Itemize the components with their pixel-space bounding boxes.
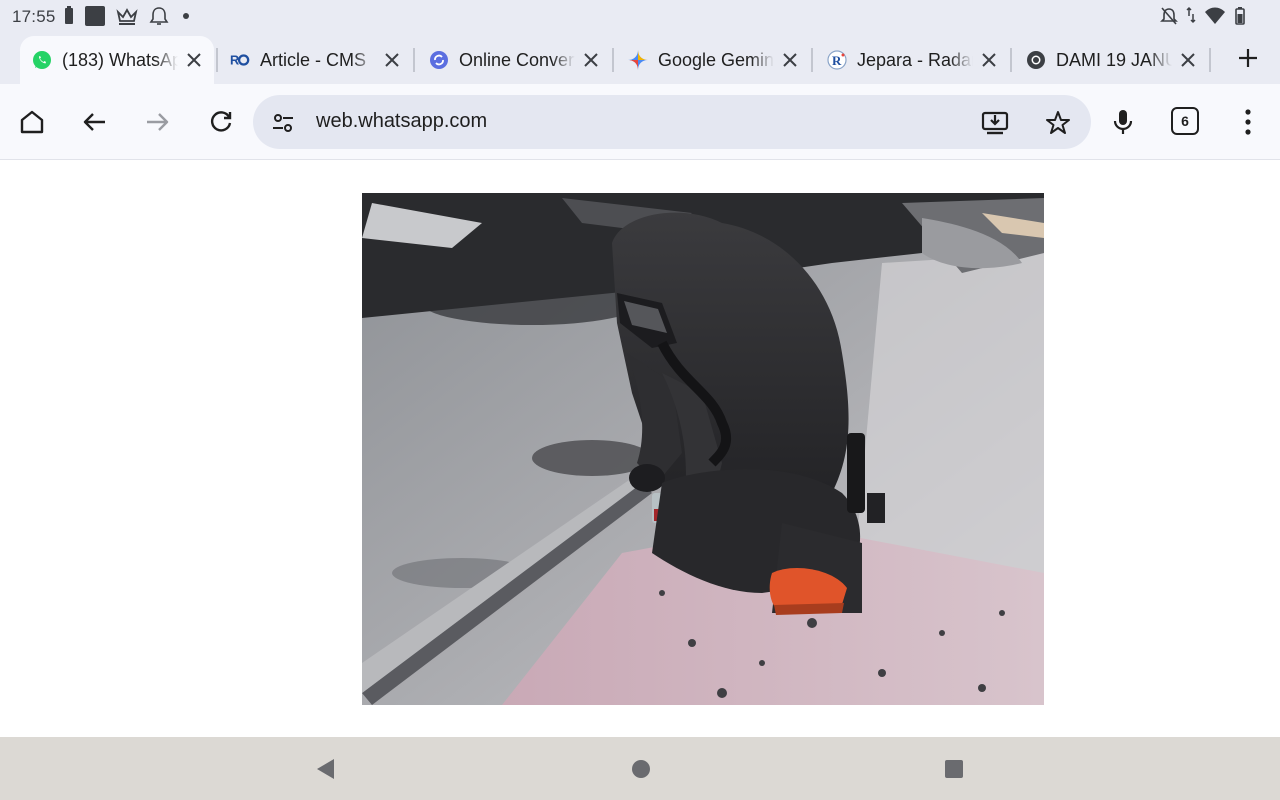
svg-text:R: R xyxy=(230,53,239,68)
battery-icon xyxy=(1235,7,1245,25)
nav-home-button[interactable] xyxy=(627,755,655,783)
close-icon[interactable] xyxy=(579,48,603,72)
app-square-icon xyxy=(85,6,105,26)
reload-icon xyxy=(210,111,232,132)
square-recents-icon xyxy=(945,760,963,778)
close-icon[interactable] xyxy=(1176,48,1200,72)
status-time: 17:55 xyxy=(12,7,56,26)
tab-separator xyxy=(1010,48,1012,72)
close-icon[interactable] xyxy=(778,48,802,72)
tab-separator xyxy=(1209,48,1211,72)
whatsapp-icon xyxy=(32,50,52,70)
reload-button[interactable] xyxy=(203,104,239,140)
forward-button[interactable] xyxy=(139,104,175,140)
home-icon xyxy=(20,110,44,134)
voice-search-button[interactable] xyxy=(1105,104,1141,140)
svg-text:R: R xyxy=(832,53,842,68)
browser-toolbar: web.whatsapp.com 6 xyxy=(0,84,1280,160)
converter-icon xyxy=(429,50,449,70)
install-app-icon xyxy=(981,111,1009,135)
battery-saver-icon xyxy=(65,6,73,24)
forward-arrow-icon xyxy=(147,113,169,131)
tab-separator xyxy=(612,48,614,72)
tab-title: Article - CMS xyxy=(260,49,367,70)
home-button[interactable] xyxy=(14,104,50,140)
tab-title: DAMI 19 JANUARI xyxy=(1056,49,1172,70)
nav-back-button[interactable] xyxy=(311,755,339,783)
gemini-icon xyxy=(628,50,648,70)
media-image[interactable] xyxy=(362,193,1044,705)
status-right-icons xyxy=(1160,6,1246,26)
status-left-icons xyxy=(64,6,192,26)
install-app-button[interactable] xyxy=(979,107,1011,139)
ro-cms-icon: R xyxy=(230,50,250,70)
crown-icon xyxy=(116,8,138,25)
do-not-disturb-icon xyxy=(1160,7,1178,25)
close-icon[interactable] xyxy=(182,48,206,72)
tab-title: Google Gemini xyxy=(658,49,774,70)
tab-google-gemini[interactable]: Google Gemini xyxy=(616,36,810,84)
tab-title: (183) WhatsApp xyxy=(62,49,178,70)
page-content xyxy=(0,160,1280,737)
tab-strip: (183) WhatsApp R Article - CMS Online Co… xyxy=(0,32,1280,84)
tab-title: Jepara - Radar xyxy=(857,49,973,70)
tab-dami-19-januari[interactable]: DAMI 19 JANUARI xyxy=(1014,36,1208,84)
status-bar: 17:55 xyxy=(0,0,1280,32)
tab-article-cms[interactable]: R Article - CMS xyxy=(218,36,412,84)
triangle-back-icon xyxy=(317,759,334,779)
nav-recents-button[interactable] xyxy=(940,755,968,783)
bookmark-star-button[interactable] xyxy=(1042,107,1074,139)
more-vert-icon xyxy=(1245,109,1251,135)
system-navigation-bar xyxy=(0,737,1280,800)
tab-switcher-button[interactable]: 6 xyxy=(1171,107,1199,135)
circle-home-icon xyxy=(632,760,650,778)
tab-separator xyxy=(811,48,813,72)
url-text: web.whatsapp.com xyxy=(316,110,488,132)
wifi-icon xyxy=(1205,7,1225,24)
back-button[interactable] xyxy=(77,104,113,140)
plus-icon xyxy=(1239,49,1257,67)
menu-button[interactable] xyxy=(1230,104,1266,140)
new-tab-button[interactable] xyxy=(1232,42,1264,74)
data-arrows-icon xyxy=(1186,6,1196,24)
radar-icon: R xyxy=(827,50,847,70)
tab-title: Online Converter xyxy=(459,49,575,70)
hazmat-photo-illustration xyxy=(362,193,1044,705)
chrome-icon xyxy=(1026,50,1046,70)
site-settings-icon[interactable] xyxy=(269,109,297,137)
tab-whatsapp[interactable]: (183) WhatsApp xyxy=(20,36,214,84)
tab-separator xyxy=(413,48,415,72)
back-arrow-icon xyxy=(83,113,105,131)
star-icon xyxy=(1046,111,1070,134)
address-bar[interactable]: web.whatsapp.com xyxy=(253,95,1091,149)
close-icon[interactable] xyxy=(380,48,404,72)
close-icon[interactable] xyxy=(977,48,1001,72)
tab-online-converter[interactable]: Online Converter xyxy=(417,36,611,84)
microphone-icon xyxy=(1113,110,1133,134)
notification-bell-icon xyxy=(149,7,169,25)
dot-icon xyxy=(183,13,189,19)
tab-jepara-radar[interactable]: R Jepara - Radar xyxy=(815,36,1009,84)
